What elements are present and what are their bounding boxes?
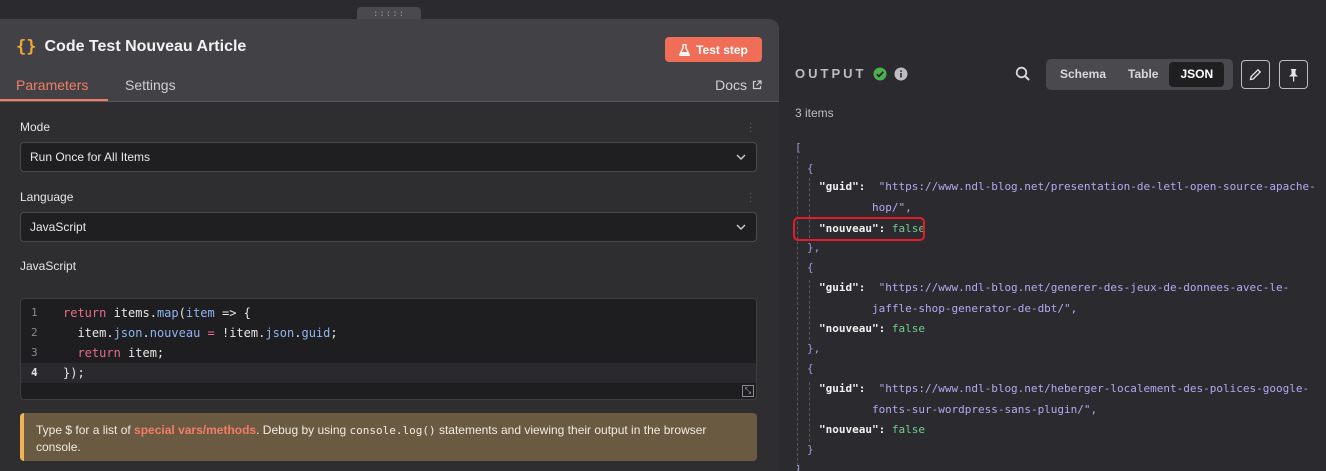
flask-icon [679,43,691,56]
docs-link[interactable]: Docs [715,77,762,93]
edit-output-button[interactable] [1241,60,1270,89]
code-text: return item; [63,346,165,360]
code-line: 1 return items.map(item => { [21,303,756,323]
special-vars-link[interactable]: special vars/methods [134,423,256,437]
chevron-down-icon [736,224,746,230]
language-value: JavaScript [30,220,87,234]
code-text: return items.map(item => { [63,306,251,320]
info-icon[interactable] [894,67,908,81]
background-strip [779,0,1326,44]
code-text: }); [63,366,85,380]
pin-data-button[interactable] [1279,60,1308,89]
mode-options-icon[interactable]: · · · [749,119,752,137]
node-title-row: {} Code Test Nouveau Article [16,37,246,57]
output-panel: OUTPUT Schema Table JSON 3 items [{"gu… [779,44,1326,471]
json-value-cont: fonts-sur-wordpress-sans-plugin/", [872,403,1098,416]
hint-text: . Debug by using [256,423,350,437]
json-open-brace: { [807,162,814,175]
language-options-icon[interactable]: · · · [749,189,752,207]
code-editor[interactable]: 1 return items.map(item => { 2 item.json… [20,298,757,400]
node-parameters-panel: {} Code Test Nouveau Article Test step P… [0,19,779,471]
line-number: 4 [31,366,38,379]
mode-value: Run Once for All Items [30,150,151,164]
code-braces-icon: {} [16,37,37,57]
output-title: OUTPUT [795,66,867,81]
code-line-current: 4 }); [21,363,756,383]
language-label: Language [20,190,74,204]
hint-callout: Type $ for a list of special vars/method… [20,413,757,461]
success-check-icon [873,67,887,80]
code-text: item.json.nouveau = !item.json.guid; [63,326,338,340]
panel-header: {} Code Test Nouveau Article Test step P… [0,19,779,102]
code-label: JavaScript [20,259,77,273]
items-count: 3 items [795,106,834,120]
node-title[interactable]: Code Test Nouveau Article [44,38,246,56]
code-line: 2 item.json.nouveau = !item.json.guid; [21,323,756,343]
json-close-brace: } [807,443,814,456]
tab-settings[interactable]: Settings [125,77,176,93]
tab-parameters[interactable]: Parameters [16,77,88,93]
hint-text: Type $ for a list of [36,423,135,437]
indent-guide [797,156,798,471]
pin-icon [1289,68,1298,81]
view-table-button[interactable]: Table [1117,62,1169,87]
json-value-cont: jaffle-shop-generator-de-dbt/", [872,302,1078,315]
indent-guide [809,280,810,340]
json-row: "guid": "https://www.ndl-blog.net/heberg… [819,382,1310,395]
json-close-brace: }, [807,241,821,254]
hint-code: console.log() [349,424,436,437]
view-schema-button[interactable]: Schema [1049,62,1117,87]
json-open-brace: { [807,362,814,375]
indent-guide [809,382,810,442]
search-icon[interactable] [1015,66,1031,82]
json-row: "guid": "https://www.ndl-blog.net/presen… [819,180,1316,193]
chevron-down-icon [736,154,746,160]
json-row: "guid": "https://www.ndl-blog.net/genere… [819,281,1290,294]
json-row: "nouveau": false [819,322,925,335]
mode-label: Mode [20,120,51,134]
line-number: 2 [31,326,38,339]
line-number: 1 [31,306,38,319]
highlight-annotation [793,217,925,241]
docs-label: Docs [715,77,747,93]
view-json-button[interactable]: JSON [1169,62,1225,87]
pencil-icon [1249,68,1262,81]
json-row: "nouveau": false [819,423,925,436]
parameters-body: · · · Mode Run Once for All Items · · · Lang… [0,102,779,471]
output-title-row: OUTPUT [795,66,908,81]
json-close-brace: }, [807,342,821,355]
json-open-bracket: [ [795,141,802,154]
line-number: 3 [31,346,38,359]
test-step-button[interactable]: Test step [665,37,762,62]
view-toggle: Schema Table JSON [1046,59,1233,90]
json-open-brace: { [807,261,814,274]
test-step-label: Test step [696,42,748,57]
tab-bar: Parameters Settings Docs [0,77,779,102]
json-close-bracket: ] [795,463,802,471]
resize-handle-icon[interactable]: ⤡ [742,385,754,397]
external-link-icon [752,80,762,90]
mode-select[interactable]: Run Once for All Items [20,142,757,172]
active-tab-indicator [0,99,108,101]
json-value-cont: hop/", [872,201,912,214]
language-select[interactable]: JavaScript [20,212,757,242]
code-line: 3 return item; [21,343,756,363]
